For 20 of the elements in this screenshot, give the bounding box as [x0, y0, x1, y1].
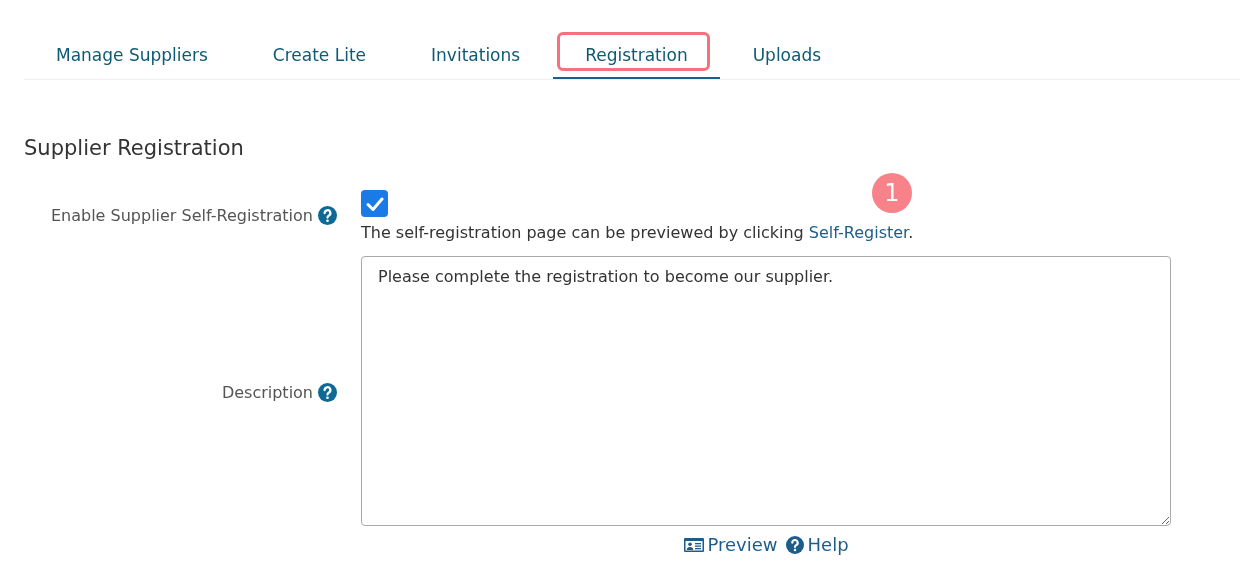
field-label: Enable Supplier Self-Registration — [50, 206, 313, 225]
tab[interactable]: Registration — [553, 32, 720, 79]
help-icon[interactable] — [318, 383, 337, 402]
tab[interactable]: Manage Suppliers — [24, 32, 240, 79]
field-label: Description — [221, 383, 313, 402]
step-badge: 1 — [872, 173, 912, 213]
description-field[interactable]: Please complete the registration to become our supplier. — [361, 256, 1171, 526]
self-register-link[interactable]: Self-Register — [808, 223, 909, 242]
id-card-icon — [683, 535, 706, 554]
checkbox[interactable] — [361, 190, 388, 217]
help-link[interactable]: Help — [783, 534, 849, 555]
tab[interactable]: Create Lite — [240, 32, 399, 79]
preview-link[interactable]: Preview — [683, 534, 778, 555]
section-heading: Supplier Registration — [24, 136, 245, 160]
help-icon — [783, 535, 806, 554]
tab[interactable]: Uploads — [720, 32, 854, 79]
check-icon — [365, 195, 384, 212]
help-text: The self-registration page can be previewed by clicking Self-Register. — [361, 223, 915, 242]
tab[interactable]: Invitations — [399, 32, 553, 79]
help-icon[interactable] — [318, 206, 337, 225]
